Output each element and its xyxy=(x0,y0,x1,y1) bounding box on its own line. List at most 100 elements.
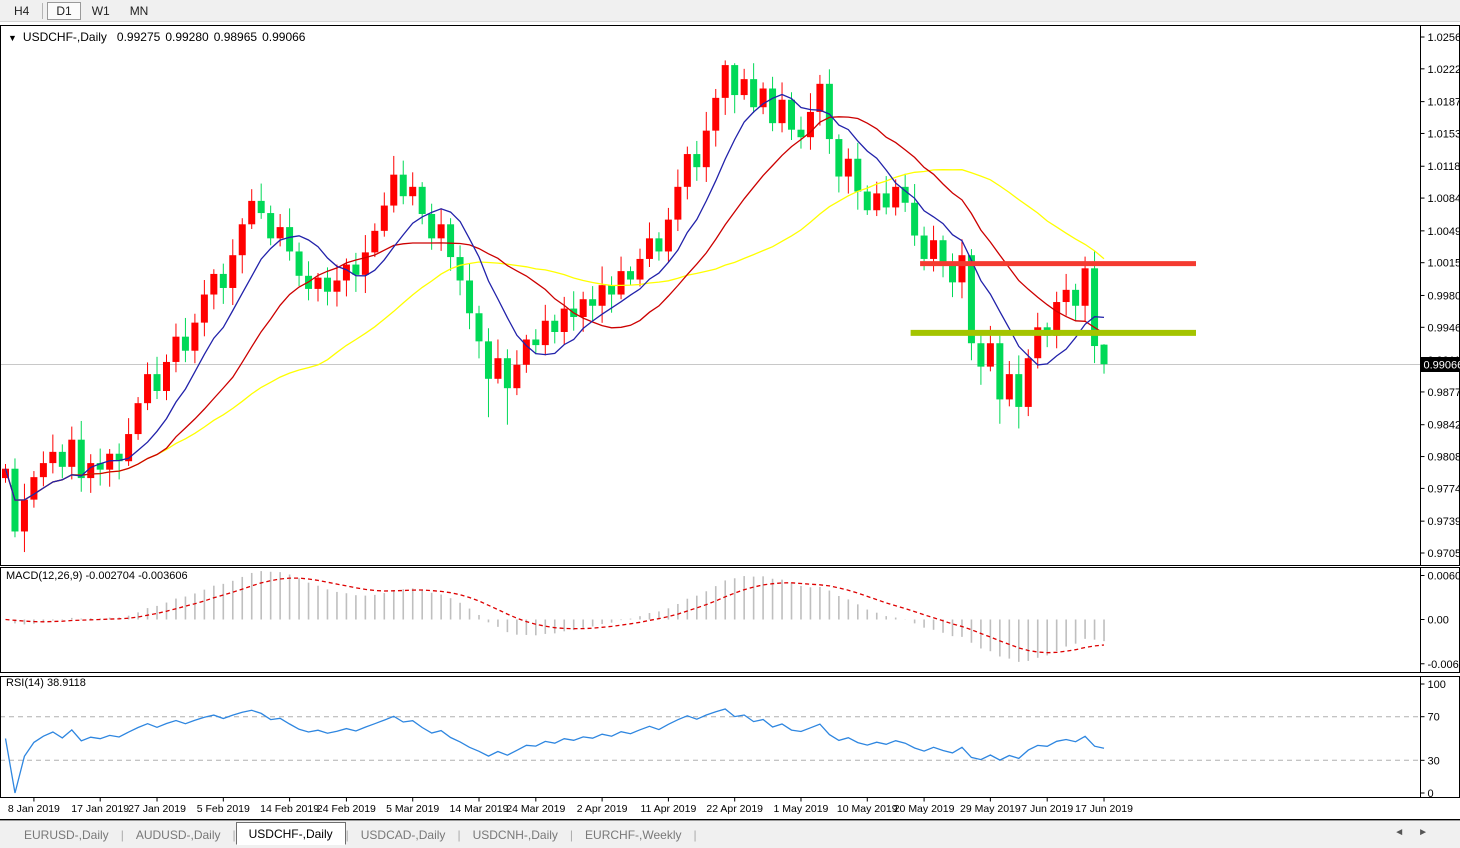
candle-body xyxy=(277,227,284,238)
candle-body xyxy=(49,452,56,463)
candle-body xyxy=(987,343,994,366)
tab-audusd-daily[interactable]: AUDUSD-,Daily xyxy=(124,825,233,845)
macd-tick-label: 0.006058 xyxy=(1428,571,1460,583)
chart-symbol-label: USDCHF-,Daily xyxy=(23,30,107,44)
mt4-window: H4D1W1MN 1.025601.022201.018701.015301.0… xyxy=(0,0,1460,848)
candle-body xyxy=(201,295,208,323)
candle-body xyxy=(239,224,246,255)
candle-body xyxy=(59,452,66,467)
candle-body xyxy=(1025,358,1032,407)
candle-body xyxy=(769,89,776,124)
price-tick-label: 1.00840 xyxy=(1428,193,1460,205)
date-tick-label: 2 Apr 2019 xyxy=(577,803,628,815)
tab-usdchf-daily[interactable]: USDCHF-,Daily xyxy=(236,822,346,845)
price-tick-label: 1.01530 xyxy=(1428,128,1460,140)
date-tick-label: 10 May 2019 xyxy=(837,803,898,815)
price-tick-label: 0.98080 xyxy=(1428,452,1460,464)
chart-window: 1.025601.022201.018701.015301.011801.008… xyxy=(0,24,1460,820)
candle-body xyxy=(286,227,293,251)
price-tick-label: 0.99800 xyxy=(1428,290,1460,302)
candle-body xyxy=(826,84,833,139)
candle-body xyxy=(636,259,643,280)
tab-eurchf-weekly[interactable]: EURCHF-,Weekly xyxy=(573,825,693,845)
price-tick-label: 0.98420 xyxy=(1428,420,1460,432)
candle-body xyxy=(788,100,795,130)
price-tick-label: 0.97740 xyxy=(1428,483,1460,495)
timeframe-button-d1[interactable]: D1 xyxy=(47,2,80,20)
candle-body xyxy=(797,130,804,137)
candle-body xyxy=(390,175,397,206)
candle-body xyxy=(930,240,937,259)
price-tick-label: 1.00150 xyxy=(1428,258,1460,270)
candle-body xyxy=(845,159,852,177)
chart-canvas[interactable]: 1.025601.022201.018701.015301.011801.008… xyxy=(0,24,1460,820)
candle-body xyxy=(883,193,890,207)
candle-body xyxy=(580,299,587,317)
quote-low: 0.98965 xyxy=(214,30,257,44)
candle-body xyxy=(977,343,984,366)
rsi-indicator-label: RSI(14) 38.9118 xyxy=(6,677,86,689)
price-tick-label: 1.01180 xyxy=(1428,161,1460,173)
tab-scroll-left-icon[interactable]: ◄ xyxy=(1394,827,1418,838)
price-tick-label: 1.02560 xyxy=(1428,32,1460,44)
candle-body xyxy=(163,362,170,391)
candle-body xyxy=(476,313,483,341)
candle-body xyxy=(78,440,85,478)
date-tick-label: 29 May 2019 xyxy=(960,803,1021,815)
candle-body xyxy=(324,278,331,292)
tab-eurusd-daily[interactable]: EURUSD-,Daily xyxy=(12,825,121,845)
macd-tick-label: 0.00 xyxy=(1428,615,1449,627)
date-tick-label: 7 Jun 2019 xyxy=(1021,803,1073,815)
candle-body xyxy=(267,213,274,238)
candle-body xyxy=(854,159,861,192)
ma-line-17 xyxy=(6,117,1105,500)
date-tick-label: 11 Apr 2019 xyxy=(640,803,696,815)
candle-body xyxy=(125,434,132,461)
candle-body xyxy=(816,84,823,112)
candle-body xyxy=(68,440,75,467)
timeframe-button-h4[interactable]: H4 xyxy=(5,2,38,20)
candle-body xyxy=(1015,374,1022,407)
candle-body xyxy=(409,187,416,196)
tab-separator: | xyxy=(693,828,696,842)
candle-body xyxy=(1101,345,1108,365)
candle-body xyxy=(665,220,672,252)
candle-body xyxy=(21,500,28,532)
quote-open: 0.99275 xyxy=(117,30,160,44)
candle-body xyxy=(627,271,634,279)
candle-body xyxy=(466,280,473,313)
collapse-icon[interactable]: ▼ xyxy=(8,33,17,43)
date-tick-label: 24 Mar 2019 xyxy=(506,803,565,815)
date-tick-label: 20 May 2019 xyxy=(894,803,955,815)
quote-close: 0.99066 xyxy=(262,30,305,44)
timeframe-button-mn[interactable]: MN xyxy=(121,2,158,20)
candle-body xyxy=(229,255,236,288)
date-tick-label: 17 Jan 2019 xyxy=(71,803,129,815)
current-price-tag-label: 0.99066 xyxy=(1424,360,1460,372)
candle-body xyxy=(438,224,445,238)
indicator-layer xyxy=(0,571,1420,793)
candle-body xyxy=(154,374,161,391)
tab-usdcad-daily[interactable]: USDCAD-,Daily xyxy=(349,825,458,845)
timeframe-button-w1[interactable]: W1 xyxy=(83,2,119,20)
candle-body xyxy=(182,337,189,351)
candle-body xyxy=(315,278,322,289)
tab-usdcnh-daily[interactable]: USDCNH-,Daily xyxy=(461,825,570,845)
candle-body xyxy=(722,65,729,98)
date-tick-label: 22 Apr 2019 xyxy=(706,803,763,815)
candle-body xyxy=(333,280,340,291)
date-tick-label: 17 Jun 2019 xyxy=(1075,803,1133,815)
macd-name: MACD(12,26,9) xyxy=(6,570,82,582)
candle-body xyxy=(940,240,947,263)
candle-body xyxy=(457,257,464,280)
candle-body xyxy=(949,264,956,283)
candle-body xyxy=(296,251,303,275)
candle-body xyxy=(40,463,47,477)
candle-body xyxy=(248,201,255,224)
candle-body xyxy=(542,321,549,345)
rsi-tick-label: 0 xyxy=(1428,788,1434,800)
price-tick-label: 1.00490 xyxy=(1428,226,1460,238)
macd-values: -0.002704 -0.003606 xyxy=(85,570,187,582)
tab-scroll-right-icon[interactable]: ► xyxy=(1418,827,1442,838)
candle-body xyxy=(343,265,350,281)
